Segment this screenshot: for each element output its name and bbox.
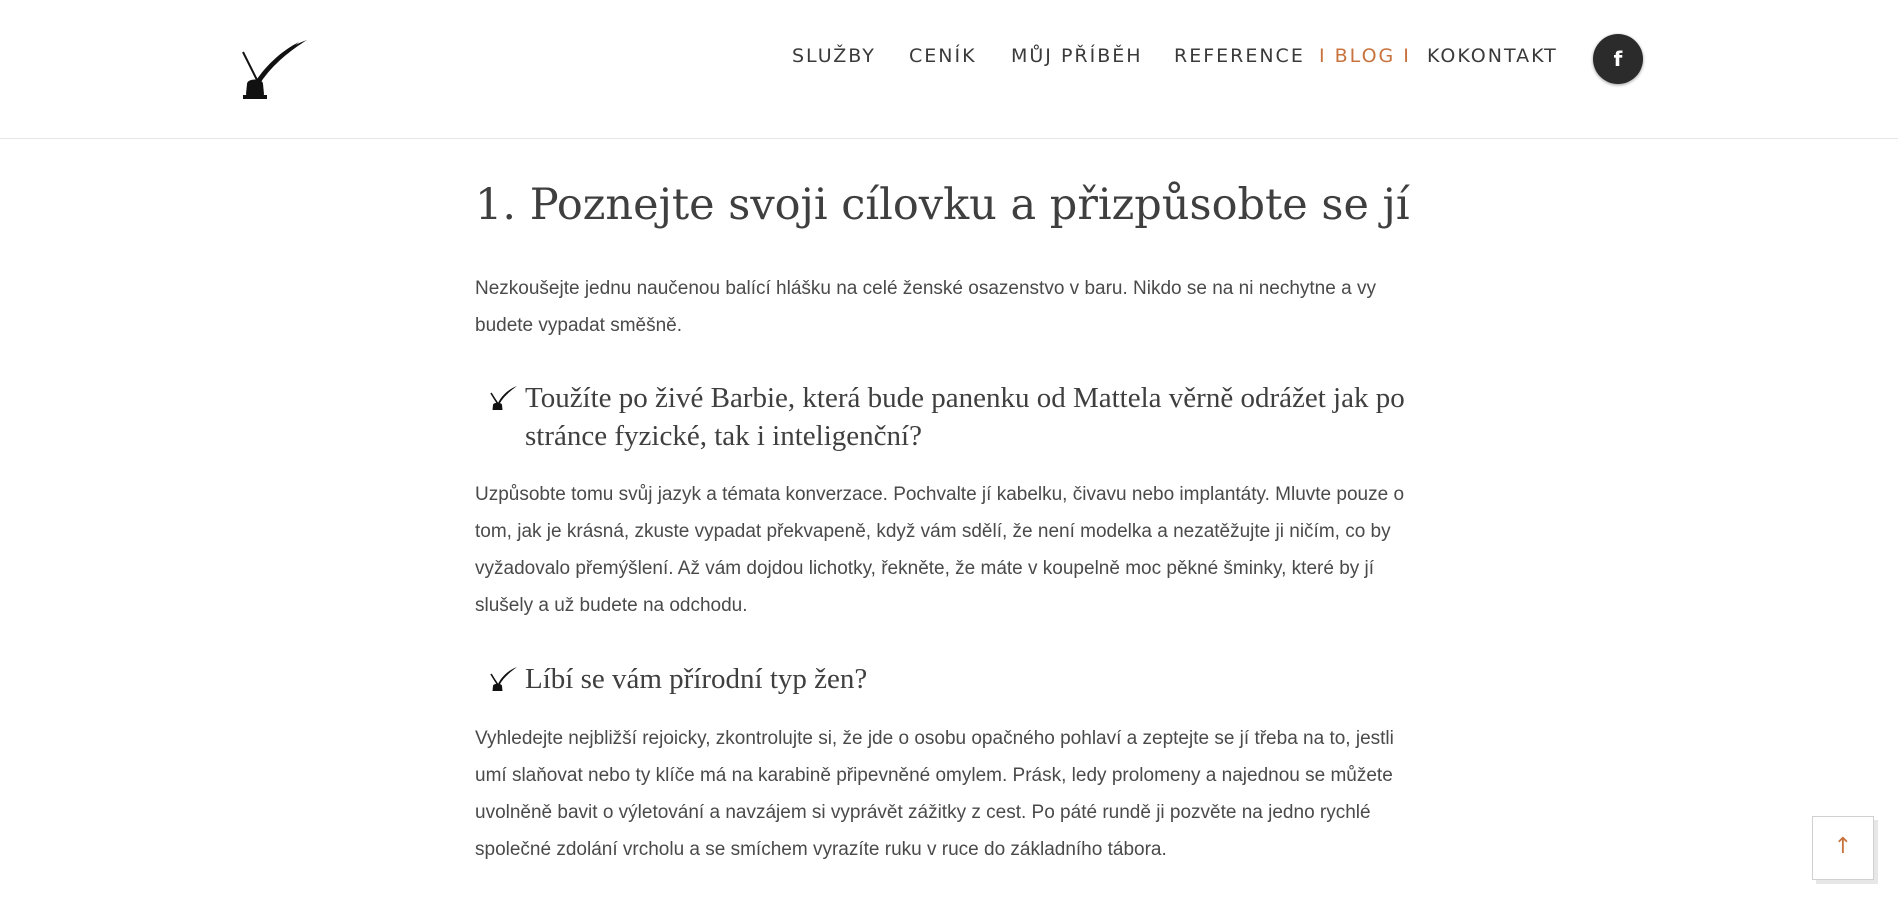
section-heading-1: Toužíte po živé Barbie, která bude panen… [489, 379, 1419, 455]
back-to-top-button[interactable]: ↑ [1812, 816, 1874, 880]
section-body-1: Uzpůsobte tomu svůj jazyk a témata konve… [475, 484, 1405, 616]
nav-item-reference[interactable]: REFERENCE [1174, 45, 1305, 67]
quill-logo-icon[interactable] [237, 38, 313, 100]
nav-item-blog[interactable]: I BLOG I [1319, 45, 1411, 67]
section-heading-text: Líbí se vám přírodní typ žen? [525, 663, 868, 695]
site-header: SLUŽBY CENÍK MŮJ PŘÍBĚH REFERENCE I BLOG… [0, 0, 1898, 139]
quill-bullet-icon [490, 667, 517, 691]
nav-item-sluzby[interactable]: SLUŽBY [792, 45, 876, 67]
nav-item-cenik[interactable]: CENÍK [909, 45, 977, 67]
section-heading-2: Líbí se vám přírodní typ žen? [489, 660, 1419, 698]
article-title: 1. Poznejte svoji cílovku a přizpůsobte … [475, 180, 1410, 230]
nav-item-muj-pribeh[interactable]: MŮJ PŘÍBĚH [1011, 45, 1143, 67]
nav-item-kontakt[interactable]: KOKONTAKT [1427, 45, 1558, 67]
facebook-icon[interactable]: f [1593, 34, 1643, 84]
section-heading-text: Toužíte po živé Barbie, která bude panen… [525, 382, 1405, 452]
quill-bullet-icon [490, 386, 517, 410]
arrow-up-icon: ↑ [1833, 834, 1853, 859]
article-intro: Nezkoušejte jednu naučenou balící hlášku… [475, 278, 1376, 336]
section-body-2: Vyhledejte nejbližší rejoicky, zkontrolu… [475, 728, 1394, 860]
